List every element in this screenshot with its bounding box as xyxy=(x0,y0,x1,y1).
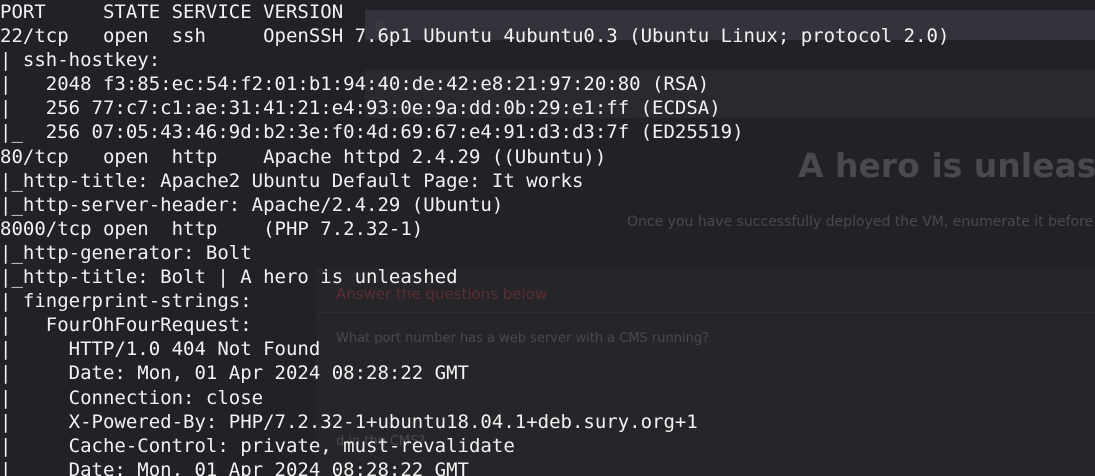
terminal-line: | Cache-Control: private, must-revalidat… xyxy=(0,434,515,457)
terminal-line: | fingerprint-strings: xyxy=(0,290,264,313)
terminal-line: |_ 256 07:05:43:46:9d:b2:3e:f0:4d:69:67:… xyxy=(0,121,744,144)
terminal-output[interactable]: PORT STATE SERVICE VERSION 22/tcp open ss… xyxy=(0,0,949,476)
terminal-line: |_http-generator: Bolt xyxy=(0,241,252,264)
terminal-line: | Date: Mon, 01 Apr 2024 08:28:22 GMT xyxy=(0,362,469,385)
terminal-line: | Date: Mon, 01 Apr 2024 08:28:22 GMT xyxy=(0,458,469,476)
terminal-line: |_http-title: Bolt | A hero is unleashed xyxy=(0,266,458,289)
terminal-line: | Connection: close xyxy=(0,386,264,409)
terminal-line: |_http-title: Apache2 Ubuntu Default Pag… xyxy=(0,169,584,192)
screen: ⎘ A hero is unleashed Once you have succ… xyxy=(0,0,1095,476)
terminal-line: |_http-server-header: Apache/2.4.29 (Ubu… xyxy=(0,193,504,216)
terminal-line: 22/tcp open ssh OpenSSH 7.6p1 Ubuntu 4ub… xyxy=(0,25,950,48)
terminal-line: | X-Powered-By: PHP/7.2.32-1+ubuntu18.04… xyxy=(0,410,698,433)
terminal-line: 80/tcp open http Apache httpd 2.4.29 ((U… xyxy=(0,145,607,168)
terminal-line: PORT STATE SERVICE VERSION xyxy=(0,1,344,23)
terminal-line: | 2048 f3:85:ec:54:f2:01:b1:94:40:de:42:… xyxy=(0,73,710,96)
terminal-line: 8000/tcp open http (PHP 7.2.32-1) xyxy=(0,217,424,240)
terminal-line: | FourOhFourRequest: xyxy=(0,314,264,337)
terminal-line: | HTTP/1.0 404 Not Found xyxy=(0,338,321,361)
terminal-line: | ssh-hostkey: xyxy=(0,49,172,72)
terminal-line: | 256 77:c7:c1:ae:31:41:21:e4:93:0e:9a:d… xyxy=(0,97,721,120)
